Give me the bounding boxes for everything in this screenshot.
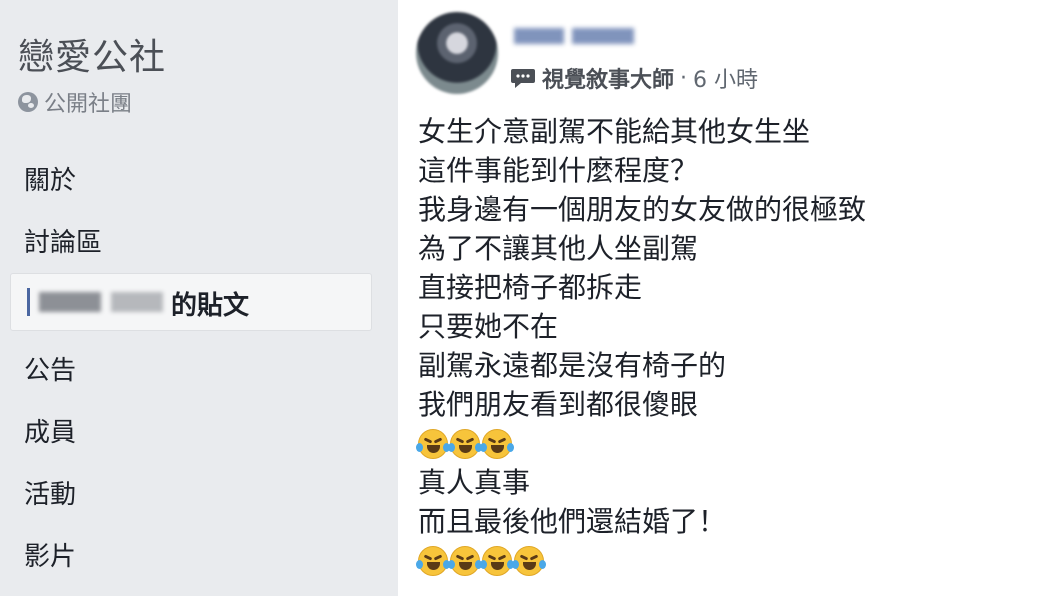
post-line: 我身邊有一個朋友的女友做的很極致: [418, 193, 867, 226]
post-line: 為了不讓其他人坐副駕: [418, 232, 699, 265]
tears-of-joy-icon: [416, 428, 450, 459]
post-line: 我們朋友看到都很傻眼: [418, 388, 699, 421]
post-line: 女生介意副駕不能給其他女生坐: [418, 115, 811, 148]
tears-of-joy-icon: [448, 545, 482, 576]
post-separator: ·: [680, 65, 688, 91]
tears-of-joy-icon: [480, 428, 514, 459]
blurred-username: [39, 292, 101, 312]
sidebar-item-label: 的貼文: [171, 291, 250, 321]
tears-of-joy-icon: [416, 545, 450, 576]
author-avatar[interactable]: [416, 12, 498, 94]
blurred-author-name[interactable]: [572, 28, 634, 44]
tears-of-joy-icon: [512, 545, 546, 576]
sidebar-item-videos[interactable]: 影片: [24, 536, 76, 573]
group-privacy-label: 公開社團: [44, 92, 133, 117]
tears-of-joy-icon: [448, 428, 482, 459]
active-indicator: [27, 288, 30, 316]
post-card: 視覺敘事大師 · 6 小時 女生介意副駕不能給其他女生坐 這件事能到什麼程度？ …: [398, 0, 1060, 596]
sidebar-item-member-posts[interactable]: 的貼文: [10, 273, 372, 331]
group-name[interactable]: 戀愛公社: [18, 28, 166, 80]
emoji-row: [416, 541, 1038, 580]
post-line: 真人真事: [418, 466, 531, 499]
group-privacy: 公開社團: [18, 86, 132, 118]
post-line: 副駕永遠都是沒有椅子的: [418, 349, 727, 382]
post-line: 直接把椅子都拆走: [418, 271, 643, 304]
sidebar-item-members[interactable]: 成員: [24, 412, 76, 449]
tears-of-joy-icon: [480, 545, 514, 576]
chat-bubble-icon: [511, 69, 535, 88]
post-timestamp[interactable]: 6 小時: [693, 62, 758, 94]
sidebar-item-about[interactable]: 關於: [24, 160, 76, 197]
sidebar-item-discussion[interactable]: 討論區: [24, 222, 102, 259]
sidebar-item-announcements[interactable]: 公告: [24, 350, 76, 387]
globe-icon: [18, 92, 38, 112]
blurred-username: [111, 292, 163, 312]
group-sidebar: 戀愛公社 公開社團 關於 討論區 的貼文 公告 成員 活動 影片: [0, 0, 390, 596]
post-body: 女生介意副駕不能給其他女生坐 這件事能到什麼程度？ 我身邊有一個朋友的女友做的很…: [416, 112, 1038, 580]
post-line: 只要她不在: [418, 310, 559, 343]
post-via-link[interactable]: 視覺敘事大師: [542, 62, 674, 94]
post-line: 這件事能到什麼程度？: [418, 154, 699, 187]
post-line: 而且最後他們還結婚了！: [418, 505, 727, 538]
blurred-author-name[interactable]: [514, 28, 564, 44]
post-meta: 視覺敘事大師 · 6 小時: [510, 62, 758, 94]
emoji-row: [416, 424, 1038, 463]
sidebar-item-events[interactable]: 活動: [24, 474, 76, 511]
